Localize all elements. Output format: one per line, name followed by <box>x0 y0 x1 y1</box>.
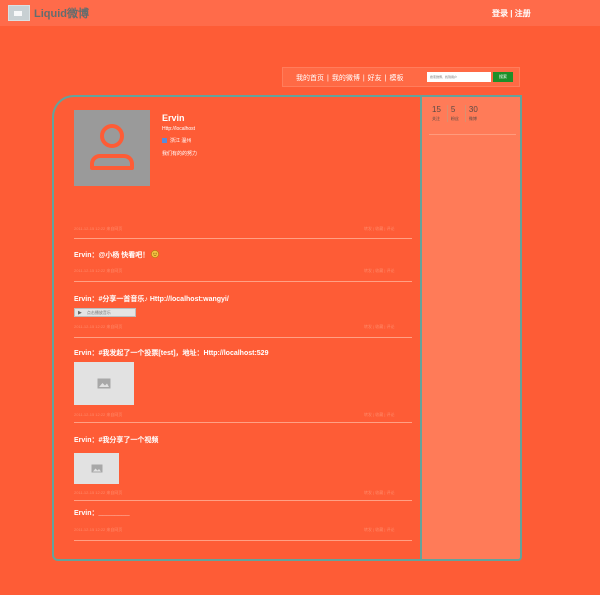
stat-followers[interactable]: 5 粉丝 <box>446 105 465 122</box>
post-author[interactable]: Ervin <box>74 296 92 303</box>
smiley-emoji-icon <box>151 250 160 258</box>
nav-bar: 我的首页 | 我的微博 | 好友 | 模板 搜索 <box>282 67 520 87</box>
top-bar: Liquid微博 登录 | 注册 <box>0 0 600 26</box>
post-meta-time: 2011-12-15 12:22 来自网页 <box>74 226 123 231</box>
post-text: Ervin：#我分享了一个视频 <box>74 435 158 445</box>
post-actions[interactable]: 转发 | 收藏 | 评论 <box>364 490 395 496</box>
auth-links: 登录 | 注册 <box>492 8 531 19</box>
nav-separator: | <box>327 75 329 82</box>
post-text: Ervin：________ <box>74 508 130 518</box>
post-text: Ervin：@小杨 快看吧！ <box>74 250 160 260</box>
post-actions[interactable]: 转发 | 收藏 | 评论 <box>364 324 395 330</box>
nav-home[interactable]: 我的首页 <box>296 75 324 82</box>
stat-following-count: 15 <box>432 105 441 114</box>
logo-image-icon <box>8 5 30 21</box>
divider <box>74 540 412 541</box>
search-button[interactable]: 搜索 <box>493 72 513 82</box>
nav-template[interactable]: 模板 <box>389 75 403 82</box>
divider <box>74 238 412 239</box>
post-actions[interactable]: 转发 | 收藏 | 评论 <box>364 412 395 418</box>
post-meta-time: 2011-12-15 12:22 来自网页 <box>74 412 123 417</box>
auth-separator: | <box>510 9 513 18</box>
play-icon: ▶ <box>78 309 82 316</box>
divider <box>74 500 412 501</box>
user-icon <box>90 124 134 170</box>
nav-links: 我的首页 | 我的微博 | 好友 | 模板 <box>296 73 403 83</box>
stat-following-label: 关注 <box>432 116 440 121</box>
profile-location-text: 浙江 温州 <box>170 138 192 144</box>
logo[interactable]: Liquid微博 <box>8 5 89 21</box>
music-play-button[interactable]: ▶ 点击播放音乐 <box>74 308 136 317</box>
post-text: Ervin：#分享一首音乐♪ Http://localhost:wangyi/ <box>74 294 229 304</box>
post-author[interactable]: Ervin <box>74 350 92 357</box>
sidebar-divider <box>429 134 516 135</box>
stats: 15 关注 5 粉丝 30 微博 <box>430 105 484 122</box>
post-meta-time: 2011-12-15 12:22 来自网页 <box>74 268 123 273</box>
post-meta-time: 2011-12-15 12:22 来自网页 <box>74 527 123 532</box>
post-body: ：#我发起了一个投票[test]，地址：Http://localhost:529 <box>91 350 269 357</box>
avatar[interactable] <box>74 110 150 186</box>
divider <box>74 281 412 282</box>
post-body: ：#我分享了一个视频 <box>91 437 159 444</box>
image-placeholder-icon <box>97 378 111 389</box>
stat-followers-count: 5 <box>450 105 456 114</box>
post-body: ：@小杨 快看吧！ <box>91 252 150 259</box>
post-body: ：#分享一首音乐♪ Http://localhost:wangyi/ <box>91 296 229 303</box>
profile-description: 我们有的的努力 <box>162 151 198 157</box>
logo-text: Liquid微博 <box>34 8 89 20</box>
profile-url[interactable]: Http://localhost <box>162 126 195 132</box>
post-meta-time: 2011-12-15 12:22 来自网页 <box>74 324 123 329</box>
sidebar: 15 关注 5 粉丝 30 微博 <box>420 95 522 561</box>
video-thumbnail[interactable] <box>74 453 119 484</box>
stat-posts-label: 微博 <box>468 116 477 121</box>
music-play-label: 点击播放音乐 <box>86 309 111 315</box>
search-input[interactable] <box>427 72 491 82</box>
post-author[interactable]: Ervin <box>74 510 92 517</box>
image-placeholder-icon <box>91 464 102 473</box>
post-actions[interactable]: 转发 | 收藏 | 评论 <box>364 226 395 232</box>
divider <box>74 422 412 423</box>
nav-friends[interactable]: 好友 <box>368 75 382 82</box>
post-image[interactable] <box>74 362 134 405</box>
post-author[interactable]: Ervin <box>74 252 92 259</box>
nav-separator: | <box>362 75 365 82</box>
register-link[interactable]: 注册 <box>515 9 531 18</box>
location-icon <box>162 138 167 143</box>
post-meta-time: 2011-12-15 12:22 来自网页 <box>74 490 123 495</box>
nav-my-weibo[interactable]: 我的微博 <box>332 75 360 82</box>
profile-location: 浙江 温州 <box>162 137 191 144</box>
login-link[interactable]: 登录 <box>492 9 508 18</box>
post-actions[interactable]: 转发 | 收藏 | 评论 <box>364 268 395 274</box>
post-body: ：________ <box>91 510 130 517</box>
stat-posts-count: 30 <box>468 105 478 114</box>
post-actions[interactable]: 转发 | 收藏 | 评论 <box>364 527 395 533</box>
nav-separator: | <box>384 75 387 82</box>
post-author[interactable]: Ervin <box>74 437 92 444</box>
stat-following[interactable]: 15 关注 <box>430 105 447 122</box>
divider <box>74 337 412 338</box>
stat-posts[interactable]: 30 微博 <box>464 105 484 122</box>
stat-followers-label: 粉丝 <box>450 116 459 121</box>
post-text: Ervin：#我发起了一个投票[test]，地址：Http://localhos… <box>74 348 268 358</box>
profile-name: Ervin <box>162 113 185 123</box>
